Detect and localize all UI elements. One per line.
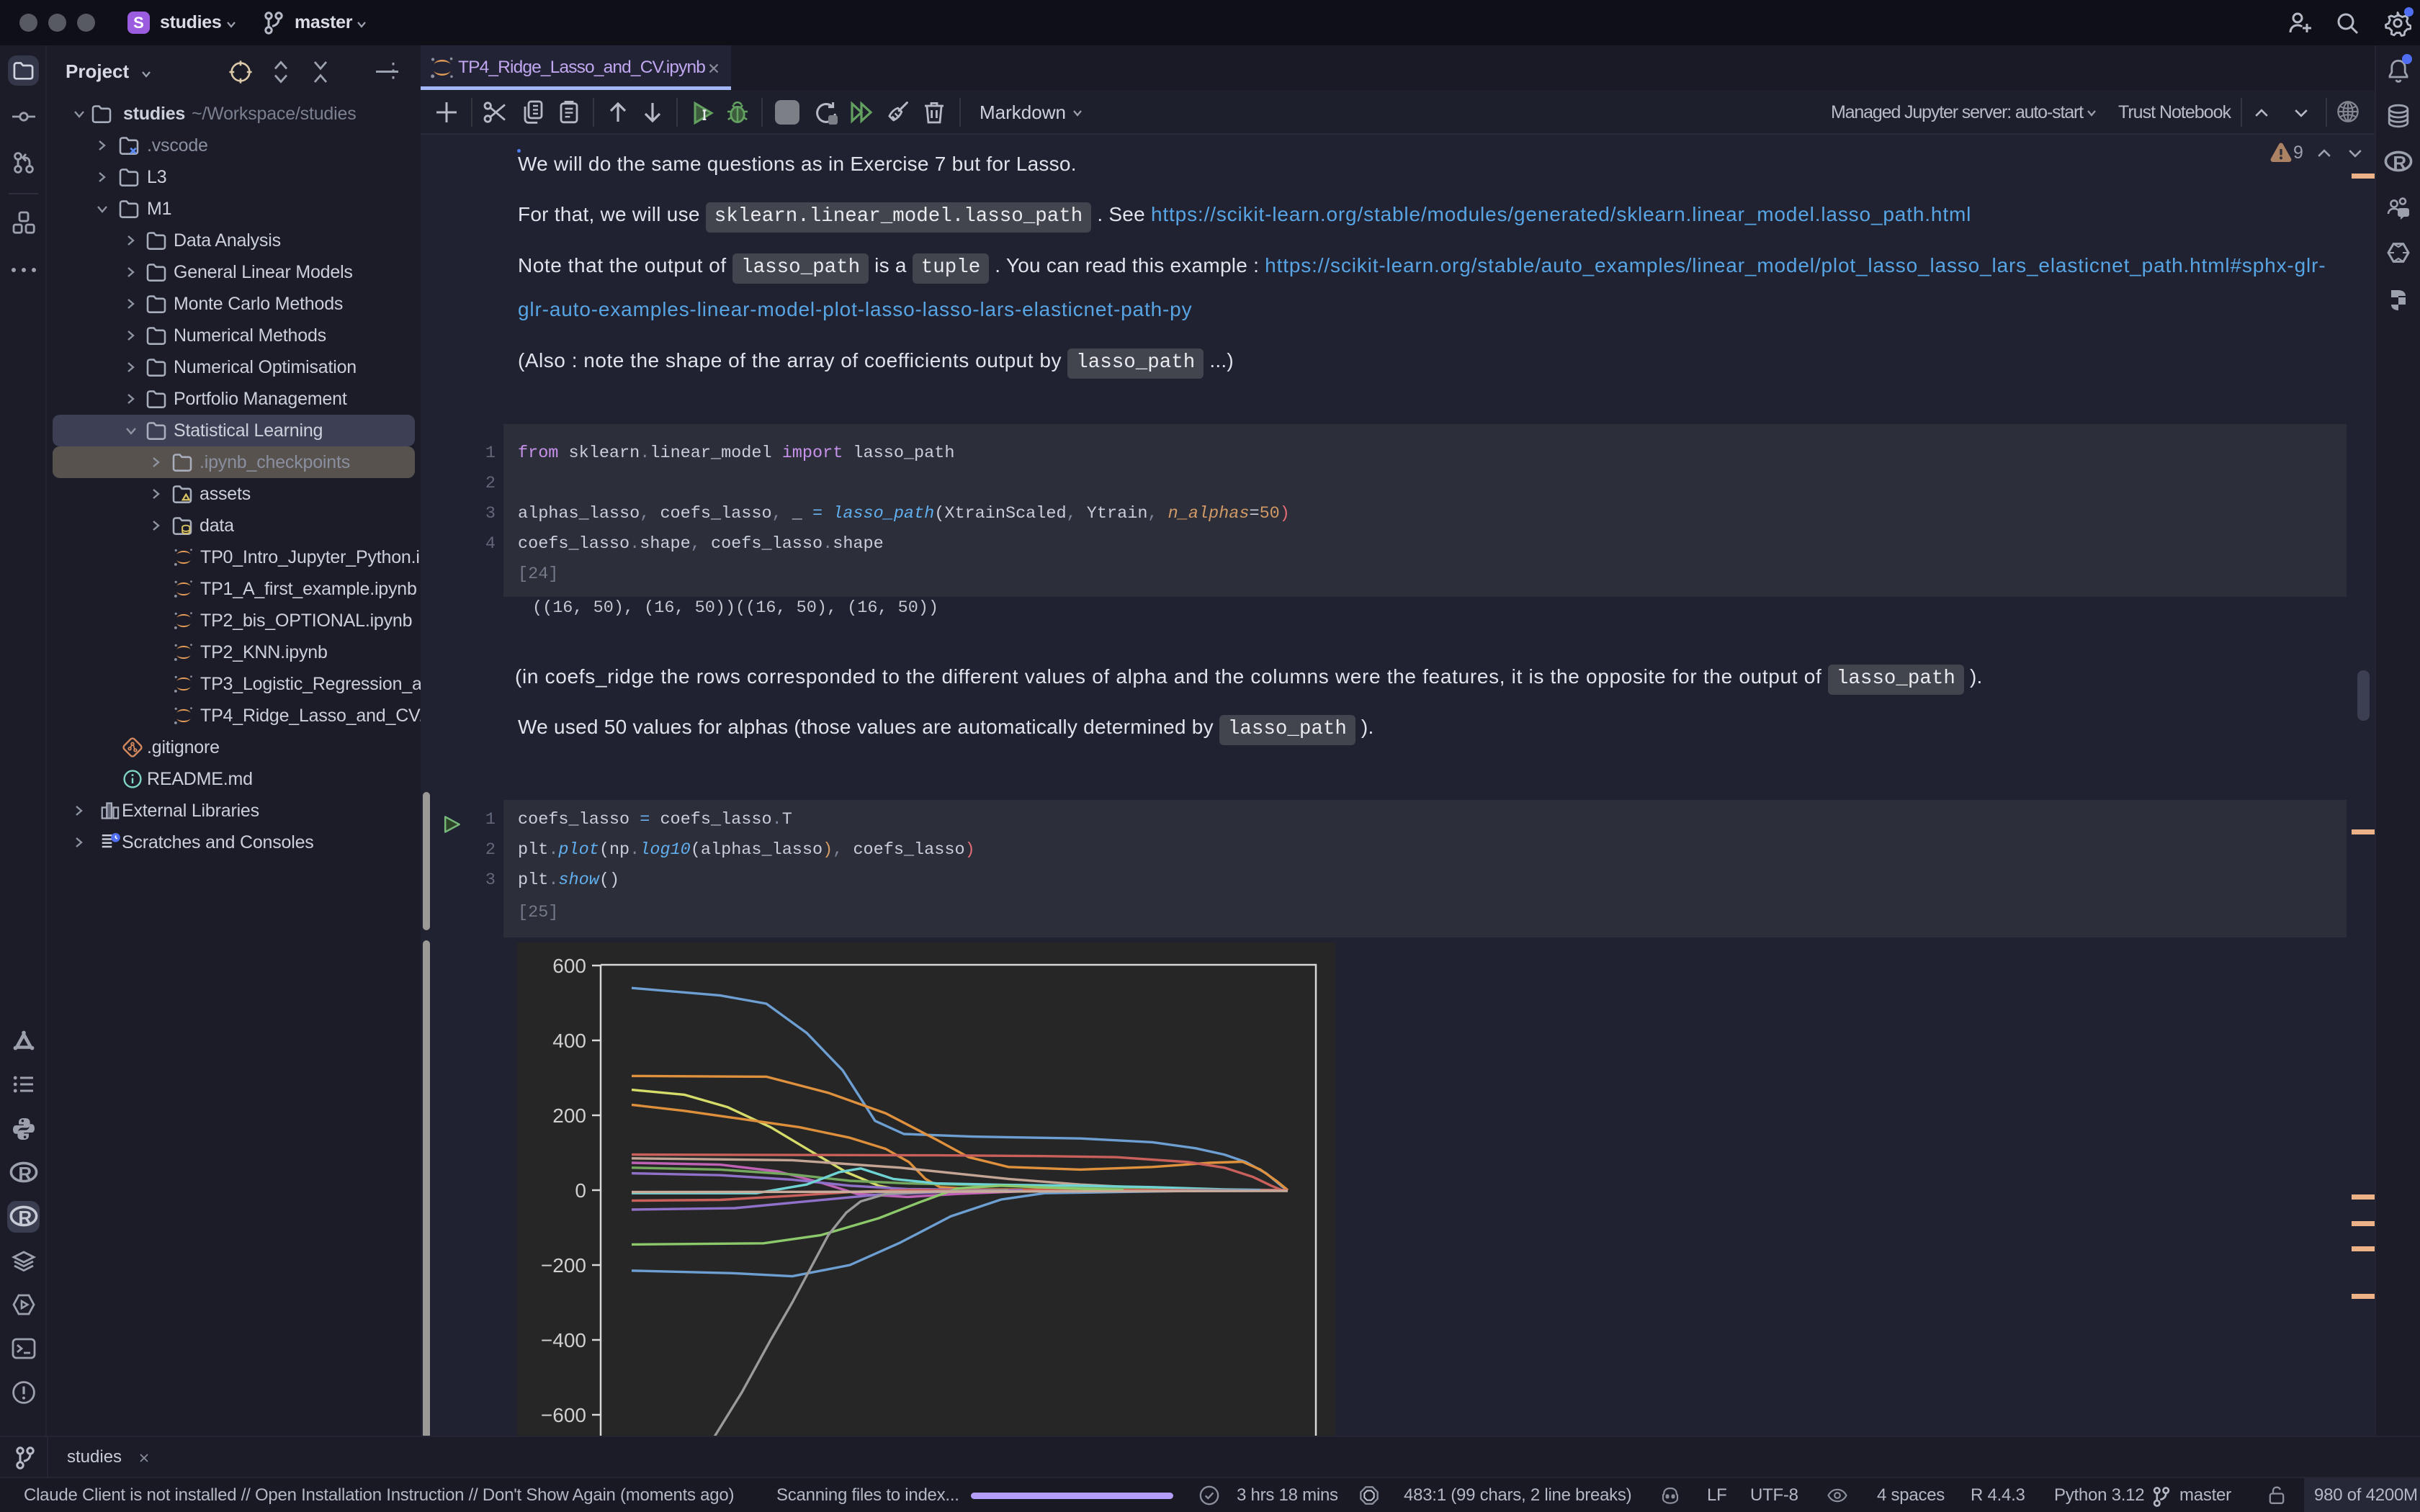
- svg-text:R: R: [2393, 152, 2406, 174]
- svg-text:−200: −200: [541, 1254, 586, 1277]
- svg-text:200: 200: [552, 1104, 586, 1127]
- svg-text:400: 400: [552, 1030, 586, 1052]
- svg-text:600: 600: [552, 955, 586, 977]
- svg-text:R: R: [18, 1163, 32, 1184]
- svg-text:0: 0: [575, 1179, 586, 1202]
- svg-text:R: R: [18, 1207, 32, 1228]
- svg-text:−400: −400: [541, 1329, 586, 1351]
- svg-text:−600: −600: [541, 1404, 586, 1426]
